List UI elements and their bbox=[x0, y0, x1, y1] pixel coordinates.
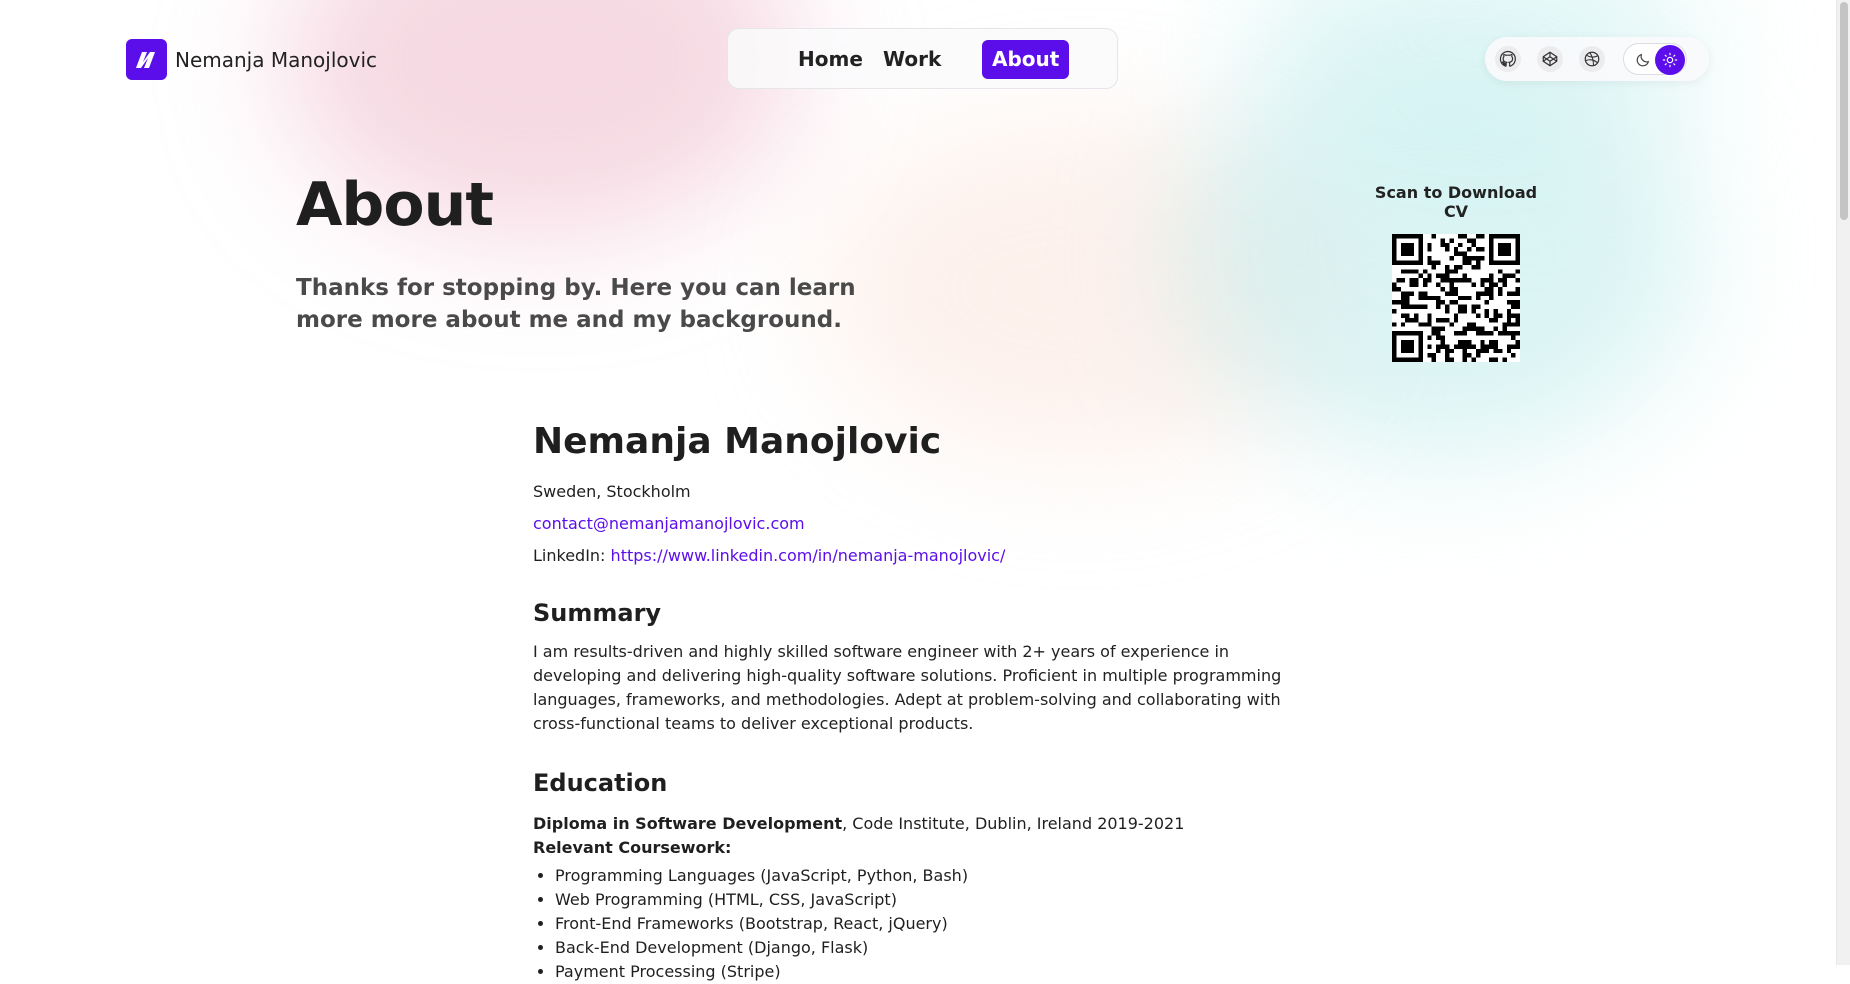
page-title: About bbox=[296, 170, 494, 240]
scrollbar-thumb[interactable] bbox=[1840, 2, 1848, 220]
degree-title: Diploma in Software Development bbox=[533, 814, 843, 833]
resume-name: Nemanja Manojlovic bbox=[533, 421, 942, 462]
main-nav: Home Work About bbox=[727, 28, 1118, 89]
moon-icon[interactable] bbox=[1630, 47, 1656, 73]
resume-location: Sweden, Stockholm bbox=[533, 482, 691, 501]
cv-qr-block: Scan to Download CV bbox=[1366, 183, 1546, 362]
list-item: Back-End Development (Django, Flask) bbox=[555, 936, 1303, 960]
resume-email-row: contact@nemanjamanojlovic.com bbox=[533, 514, 1303, 534]
theme-toggle[interactable] bbox=[1623, 43, 1687, 75]
page-scrollbar[interactable] bbox=[1836, 0, 1850, 965]
codepen-icon[interactable] bbox=[1537, 46, 1563, 72]
email-link[interactable]: contact@nemanjamanojlovic.com bbox=[533, 514, 805, 533]
nav-item-about[interactable]: About bbox=[982, 40, 1070, 79]
coursework-list: Programming Languages (JavaScript, Pytho… bbox=[533, 864, 1303, 984]
brand-name: Nemanja Manojlovic bbox=[175, 47, 378, 72]
brand-link[interactable]: Nemanja Manojlovic bbox=[126, 39, 377, 80]
coursework-label: Relevant Coursework: bbox=[533, 838, 732, 857]
resume-content: Nemanja Manojlovic Sweden, Stockholm con… bbox=[533, 420, 1303, 984]
resume-linkedin-row: LinkedIn: https://www.linkedin.com/in/ne… bbox=[533, 546, 1303, 566]
list-item: Front-End Frameworks (Bootstrap, React, … bbox=[555, 912, 1303, 936]
sun-icon[interactable] bbox=[1655, 45, 1685, 75]
linkedin-link[interactable]: https://www.linkedin.com/in/nemanja-mano… bbox=[611, 546, 1006, 565]
background-gradient-peach bbox=[820, 120, 1340, 460]
social-toolbar bbox=[1485, 37, 1709, 81]
cv-qr-code[interactable] bbox=[1392, 234, 1520, 362]
list-item: Programming Languages (JavaScript, Pytho… bbox=[555, 864, 1303, 888]
nav-item-home[interactable]: Home bbox=[788, 40, 873, 79]
nm-logo-icon bbox=[126, 39, 167, 80]
summary-text: I am results-driven and highly skilled s… bbox=[533, 642, 1282, 733]
qr-label: Scan to Download CV bbox=[1374, 183, 1538, 221]
education-entry: Diploma in Software Development, Code In… bbox=[533, 812, 1303, 860]
education-heading: Education bbox=[533, 769, 668, 797]
summary-heading: Summary bbox=[533, 599, 662, 627]
list-item: Web Programming (HTML, CSS, JavaScript) bbox=[555, 888, 1303, 912]
nav-item-work[interactable]: Work bbox=[873, 40, 951, 79]
linkedin-label: LinkedIn: bbox=[533, 546, 606, 565]
dribbble-icon[interactable] bbox=[1579, 46, 1605, 72]
github-icon[interactable] bbox=[1495, 46, 1521, 72]
site-header: Nemanja Manojlovic Home Work About bbox=[0, 0, 1836, 120]
list-item: Payment Processing (Stripe) bbox=[555, 960, 1303, 984]
page-subtitle: Thanks for stopping by. Here you can lea… bbox=[296, 275, 856, 333]
degree-details: , Code Institute, Dublin, Ireland 2019-2… bbox=[842, 814, 1185, 833]
